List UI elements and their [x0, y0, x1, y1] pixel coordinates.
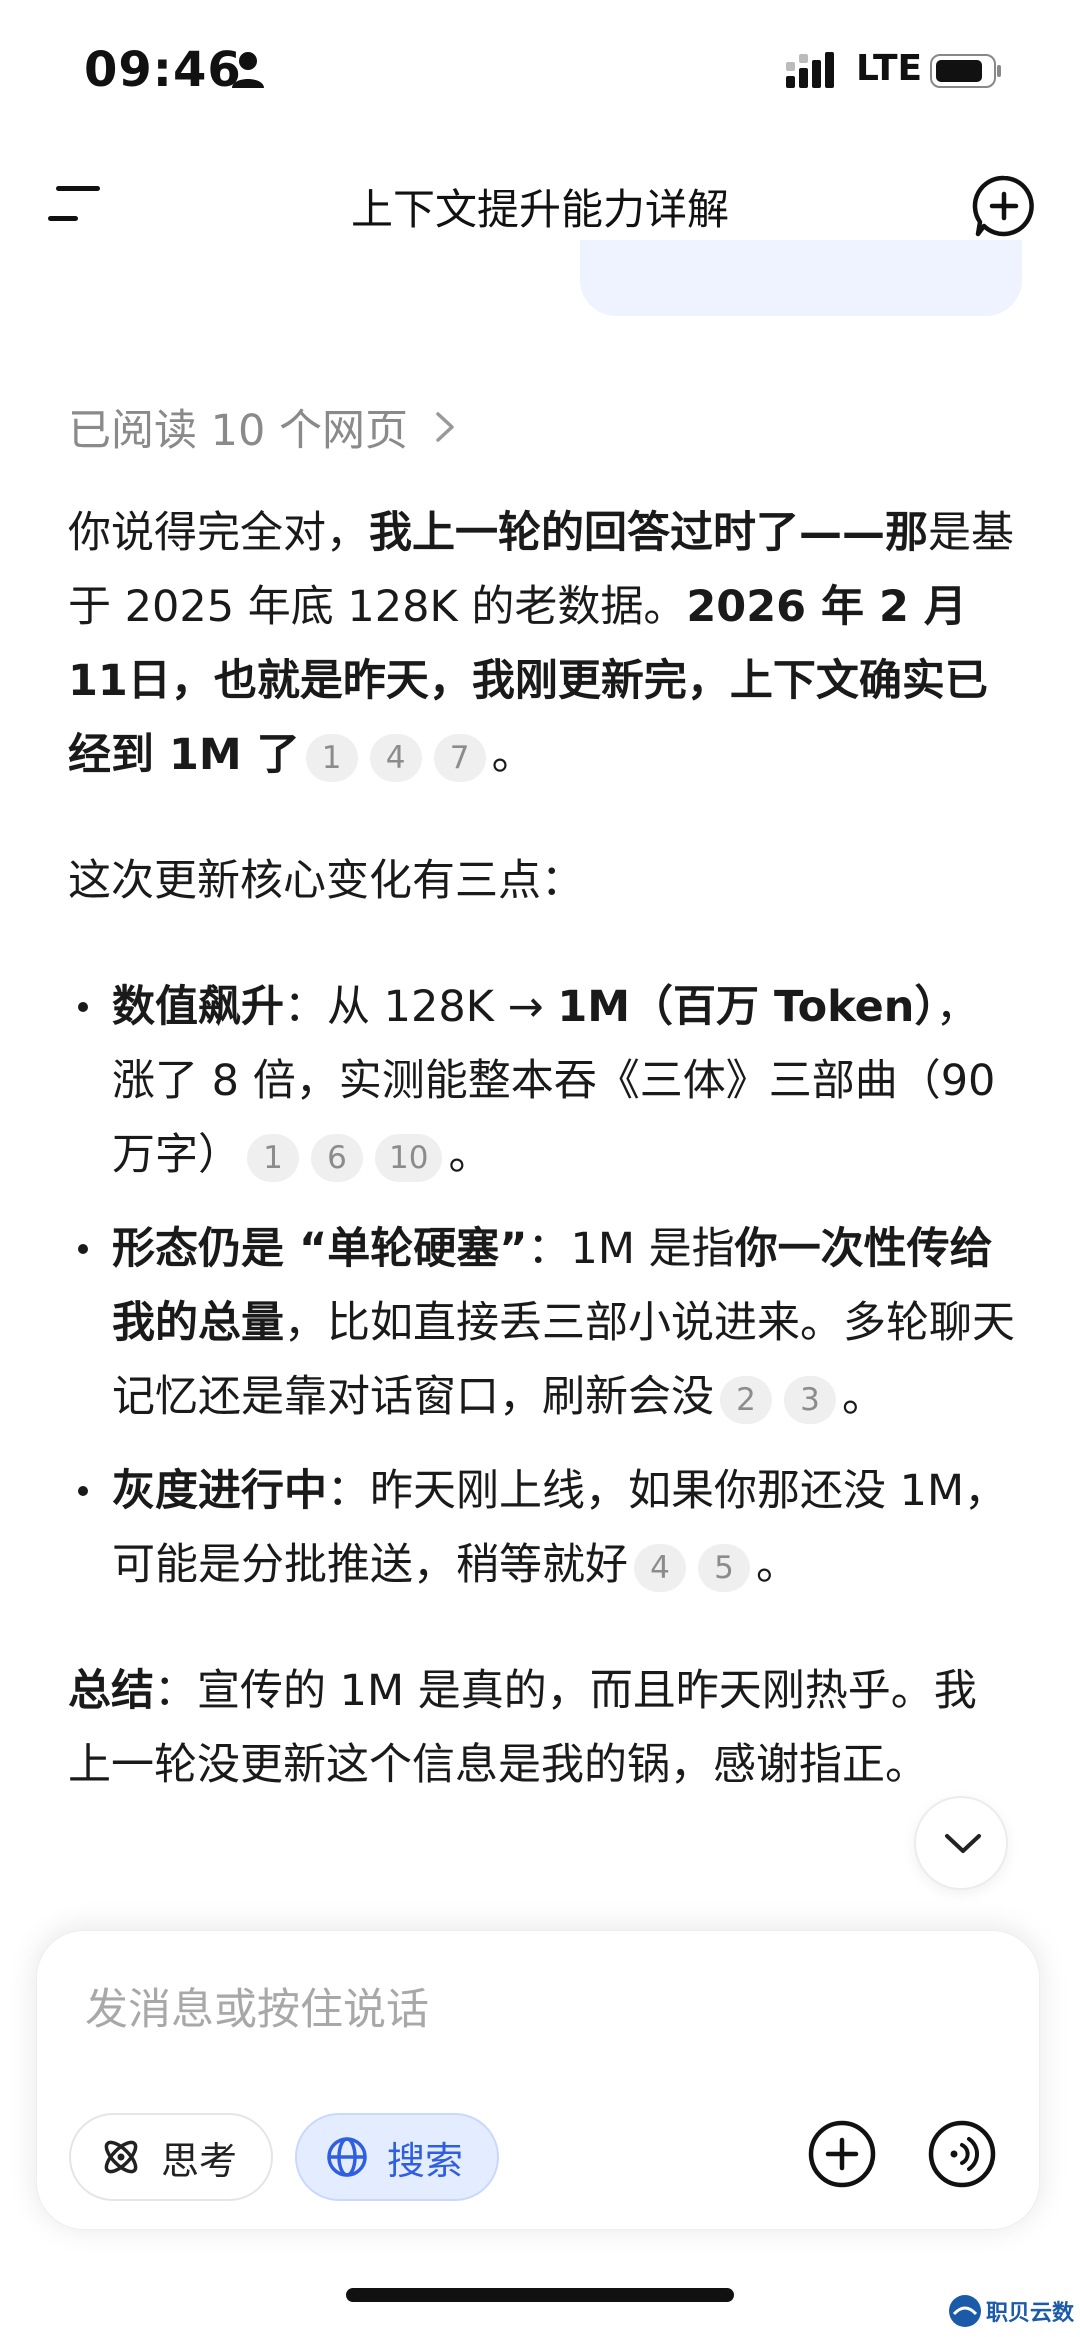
search-toggle[interactable]: 搜索 — [295, 2113, 499, 2201]
citation-badge[interactable]: 7 — [433, 733, 486, 782]
bullet-dot — [78, 1244, 88, 1254]
text-span: 。 — [448, 1130, 492, 1180]
message-paragraph: 这次更新核心变化有三点： — [68, 856, 584, 906]
think-toggle[interactable]: 思考 — [69, 2113, 273, 2201]
think-label: 思考 — [161, 2138, 238, 2183]
citation-badge[interactable]: 3 — [784, 1375, 836, 1424]
bullet-dot — [78, 1486, 88, 1496]
chevron-down-icon — [945, 1834, 981, 1853]
watermark-text: 职贝云数 — [986, 2301, 1075, 2326]
voice-call-icon[interactable] — [927, 2119, 997, 2189]
bullet-lead: 形态仍是 “单轮硬塞” — [112, 1224, 528, 1274]
chat-screen: 09:46 LTE 上下文提升能力详解 已阅读 10 个网页 你说得完全对，我上… — [0, 0, 1080, 2337]
network-label: LTE — [856, 48, 923, 89]
page-title: 上下文提升能力详解 — [350, 185, 729, 234]
citation-badge[interactable]: 1 — [247, 1133, 299, 1182]
summary-lead: 总结 — [68, 1666, 154, 1716]
bold-span: 我上一轮的回答过时了——那 — [369, 508, 928, 558]
text-span: ： — [327, 1466, 370, 1516]
text-span: 。 — [756, 1540, 799, 1590]
citation-badge[interactable]: 10 — [375, 1133, 443, 1182]
read-pages-link[interactable]: 已阅读 10 个网页 — [68, 396, 456, 458]
search-label: 搜索 — [387, 2138, 464, 2183]
text-span: 你说得完全对， — [68, 508, 369, 558]
bullet-item: 形态仍是 “单轮硬塞”：1M 是指你一次性传给我的总量，比如直接丢三部小说进来。… — [68, 1212, 1018, 1434]
bullet-item: 数值飙升：从 128K → 1M（百万 Token），涨了 8 倍，实测能整本吞… — [68, 970, 1018, 1192]
read-pages-label: 已阅读 10 个网页 — [68, 406, 409, 456]
message-paragraph: 你说得完全对，我上一轮的回答过时了——那是基于 2025 年底 128K 的老数… — [68, 496, 1018, 792]
chevron-right-icon — [436, 412, 454, 442]
text-span: ：宣传的 1M 是真的，而且昨天刚热乎。我上一轮没更新这个信息是我的锅，感谢指正… — [68, 1666, 977, 1790]
bullet-dot — [78, 1002, 88, 1012]
add-attachment-icon[interactable] — [807, 2119, 877, 2189]
bullet-lead: 数值飙升 — [112, 982, 284, 1032]
assistant-message: 你说得完全对，我上一轮的回答过时了——那是基于 2025 年底 128K 的老数… — [68, 496, 1018, 1802]
home-indicator — [346, 2288, 734, 2302]
status-time: 09:46 — [84, 42, 242, 98]
citation-badge[interactable]: 4 — [634, 1543, 686, 1592]
new-chat-icon[interactable] — [972, 174, 1036, 238]
text-span: 。 — [842, 1372, 885, 1422]
summary-paragraph: 总结：宣传的 1M 是真的，而且昨天刚热乎。我上一轮没更新这个信息是我的锅，感谢… — [68, 1654, 1018, 1802]
previous-user-bubble — [580, 240, 1022, 316]
watermark: 职贝云数 — [948, 2294, 1074, 2328]
message-input[interactable]: 发消息或按住说话 — [85, 1975, 429, 2037]
watermark-logo-icon — [949, 2295, 981, 2327]
text-span: 从 128K → — [327, 982, 558, 1032]
citation-badge[interactable]: 5 — [698, 1543, 750, 1592]
citation-badge[interactable]: 2 — [720, 1375, 772, 1424]
text-span: 。 — [491, 730, 535, 780]
battery-icon — [930, 54, 1001, 88]
text-span: 1M 是指 — [570, 1224, 735, 1274]
message-composer: 发消息或按住说话 思考 搜索 — [36, 1930, 1040, 2230]
status-bar: 09:46 LTE — [0, 0, 1080, 140]
signal-icon — [786, 52, 834, 88]
person-icon — [232, 52, 264, 88]
text-span: ： — [284, 982, 327, 1032]
citation-badge[interactable]: 4 — [369, 733, 422, 782]
atom-icon — [104, 2140, 138, 2174]
text-span: ： — [527, 1224, 571, 1274]
scroll-down-button[interactable] — [914, 1796, 1008, 1890]
citation-badge[interactable]: 6 — [311, 1133, 363, 1182]
globe-icon — [327, 2137, 367, 2177]
citation-badge[interactable]: 1 — [305, 733, 358, 782]
bullet-item: 灰度进行中：昨天刚上线，如果你那还没 1M，可能是分批推送，稍等就好 4 5。 — [68, 1454, 1018, 1602]
bold-span: 1M（百万 Token） — [557, 982, 936, 1032]
bullet-lead: 灰度进行中 — [112, 1466, 327, 1516]
